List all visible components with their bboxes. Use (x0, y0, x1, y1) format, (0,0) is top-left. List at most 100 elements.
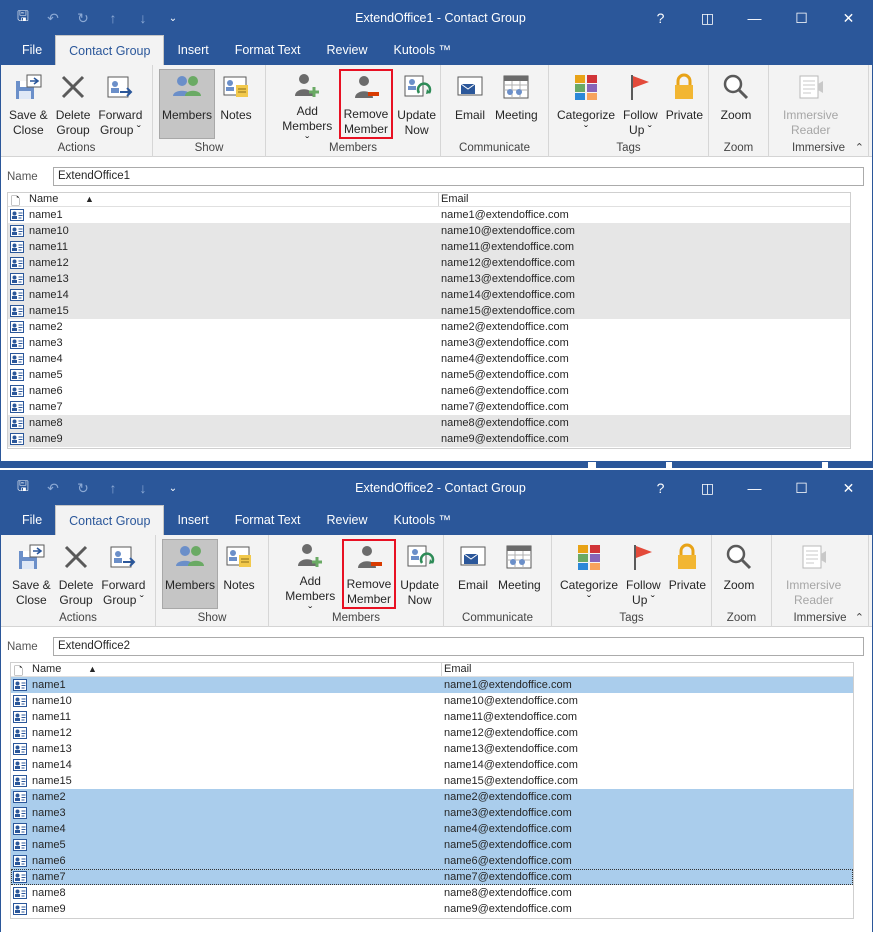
maximize-button[interactable]: ☐ (778, 471, 825, 505)
ribbon-display-options-icon[interactable]: ◫ (684, 471, 731, 505)
table-row[interactable]: name8 name8@extendoffice.com (11, 885, 853, 901)
tab-file[interactable]: File (9, 35, 55, 65)
members-view-button[interactable]: Members (162, 539, 218, 609)
table-row[interactable]: name10 name10@extendoffice.com (11, 693, 853, 709)
group-name-input[interactable]: ExtendOffice1 (53, 167, 864, 186)
follow-up-button[interactable]: Follow Up ˇ (619, 69, 662, 139)
tab-insert[interactable]: Insert (164, 35, 221, 65)
table-row[interactable]: name6 name6@extendoffice.com (11, 853, 853, 869)
forward-group-button[interactable]: Forward Group ˇ (97, 539, 149, 609)
tab-kutools[interactable]: Kutools ™ (380, 505, 464, 535)
table-row[interactable]: name11 name11@extendoffice.com (8, 239, 850, 255)
table-row[interactable]: name14 name14@extendoffice.com (8, 287, 850, 303)
tab-review[interactable]: Review (313, 35, 380, 65)
table-row[interactable]: name11 name11@extendoffice.com (11, 709, 853, 725)
table-row[interactable]: name3 name3@extendoffice.com (11, 805, 853, 821)
column-header-name[interactable]: Name (32, 663, 61, 676)
immersive-reader-button[interactable]: Immersive Reader (779, 69, 842, 139)
tab-format-text[interactable]: Format Text (222, 35, 314, 65)
add-members-button[interactable]: Add Members ˇ (276, 69, 339, 148)
table-row[interactable]: name9 name9@extendoffice.com (8, 431, 850, 447)
contact-card-icon (13, 823, 27, 835)
tab-review[interactable]: Review (313, 505, 380, 535)
tab-file[interactable]: File (9, 505, 55, 535)
tab-contact-group[interactable]: Contact Group (55, 505, 165, 535)
email-button[interactable]: Email (449, 69, 491, 139)
minimize-button[interactable]: — (731, 1, 778, 35)
immersive-reader-button[interactable]: Immersive Reader (782, 539, 845, 609)
column-separator[interactable] (441, 663, 442, 676)
table-row[interactable]: name2 name2@extendoffice.com (8, 319, 850, 335)
delete-group-button[interactable]: Delete Group (52, 69, 95, 139)
email-button[interactable]: Email (452, 539, 494, 609)
table-row[interactable]: name12 name12@extendoffice.com (8, 255, 850, 271)
tab-format-text[interactable]: Format Text (222, 505, 314, 535)
collapse-ribbon-icon[interactable]: ⌃ (855, 141, 864, 154)
private-button[interactable]: Private (662, 69, 707, 139)
table-row[interactable]: name4 name4@extendoffice.com (8, 351, 850, 367)
contact-card-icon (10, 225, 24, 237)
table-row[interactable]: name4 name4@extendoffice.com (11, 821, 853, 837)
table-row[interactable]: name15 name15@extendoffice.com (8, 303, 850, 319)
table-row[interactable]: name12 name12@extendoffice.com (11, 725, 853, 741)
meeting-button[interactable]: Meeting (491, 69, 542, 139)
column-header-email[interactable]: Email (441, 193, 469, 206)
table-row[interactable]: name8 name8@extendoffice.com (8, 415, 850, 431)
close-button[interactable]: ✕ (825, 471, 872, 505)
close-button[interactable]: ✕ (825, 1, 872, 35)
table-row[interactable]: name3 name3@extendoffice.com (8, 335, 850, 351)
member-email: name12@extendoffice.com (444, 727, 578, 739)
tab-insert[interactable]: Insert (164, 505, 221, 535)
remove-member-icon (352, 541, 386, 573)
help-icon[interactable]: ? (637, 1, 684, 35)
table-row[interactable]: name6 name6@extendoffice.com (8, 383, 850, 399)
ribbon-display-options-icon[interactable]: ◫ (684, 1, 731, 35)
table-row[interactable]: name2 name2@extendoffice.com (11, 789, 853, 805)
delete-group-button[interactable]: Delete Group (55, 539, 98, 609)
follow-up-button[interactable]: Follow Up ˇ (622, 539, 665, 609)
column-separator[interactable] (438, 193, 439, 206)
notes-view-button[interactable]: Notes (218, 539, 260, 609)
tab-contact-group[interactable]: Contact Group (55, 35, 165, 65)
remove-member-button[interactable]: Remove Member (341, 539, 397, 609)
table-row[interactable]: name5 name5@extendoffice.com (11, 837, 853, 853)
table-row[interactable]: name13 name13@extendoffice.com (11, 741, 853, 757)
table-row[interactable]: name5 name5@extendoffice.com (8, 367, 850, 383)
update-now-button[interactable]: Update Now (393, 69, 440, 139)
meeting-button[interactable]: Meeting (494, 539, 545, 609)
minimize-button[interactable]: — (731, 471, 778, 505)
table-row[interactable]: name1 name1@extendoffice.com (11, 677, 853, 693)
collapse-ribbon-icon[interactable]: ⌃ (855, 611, 864, 624)
tab-kutools[interactable]: Kutools ™ (380, 35, 464, 65)
table-row[interactable]: name15 name15@extendoffice.com (11, 773, 853, 789)
forward-group-button[interactable]: Forward Group ˇ (94, 69, 146, 139)
save-close-button[interactable]: Save & Close (8, 539, 55, 609)
member-name: name2 (32, 791, 66, 803)
table-row[interactable]: name7 name7@extendoffice.com (8, 399, 850, 415)
categorize-button[interactable]: Categorize ˇ (553, 69, 619, 139)
remove-member-button[interactable]: Remove Member (338, 69, 394, 139)
save-close-button[interactable]: Save & Close (5, 69, 52, 139)
add-members-button[interactable]: Add Members ˇ (279, 539, 342, 618)
categorize-icon (569, 70, 603, 104)
private-button[interactable]: Private (665, 539, 710, 609)
members-view-button[interactable]: Members (159, 69, 215, 139)
column-header-email[interactable]: Email (444, 663, 472, 676)
table-row[interactable]: name7 name7@extendoffice.com (11, 869, 853, 885)
zoom-button[interactable]: Zoom (718, 539, 760, 609)
help-icon[interactable]: ? (637, 471, 684, 505)
table-row[interactable]: name9 name9@extendoffice.com (11, 901, 853, 917)
table-row[interactable]: name10 name10@extendoffice.com (8, 223, 850, 239)
column-header-name[interactable]: Name (29, 193, 58, 206)
table-row[interactable]: name1 name1@extendoffice.com (8, 207, 850, 223)
group-name-input[interactable]: ExtendOffice2 (53, 637, 864, 656)
group-label-immersive: Immersive (793, 612, 847, 624)
maximize-button[interactable]: ☐ (778, 1, 825, 35)
categorize-button[interactable]: Categorize ˇ (556, 539, 622, 609)
zoom-button[interactable]: Zoom (715, 69, 757, 139)
title-bar: 🖫 ↶ ↻ ↑ ↓ ⌄ ExtendOffice2 - Contact Grou… (1, 471, 872, 505)
table-row[interactable]: name14 name14@extendoffice.com (11, 757, 853, 773)
update-now-button[interactable]: Update Now (396, 539, 443, 609)
notes-view-button[interactable]: Notes (215, 69, 257, 139)
table-row[interactable]: name13 name13@extendoffice.com (8, 271, 850, 287)
